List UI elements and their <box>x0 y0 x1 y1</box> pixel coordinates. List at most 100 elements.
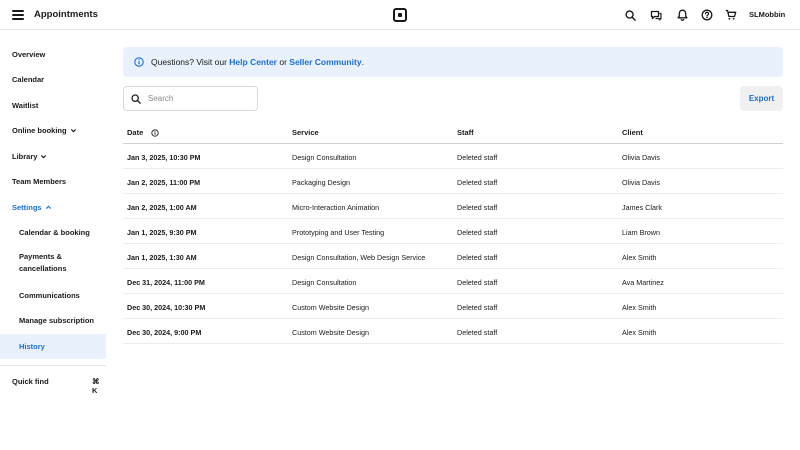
chevron-up-icon <box>45 205 51 209</box>
column-header-label: Date <box>127 128 144 137</box>
sidebar-divider <box>0 365 106 366</box>
staff-cell: Deleted staff <box>457 228 498 237</box>
sidebar-item-overview[interactable]: Overview <box>0 42 106 67</box>
date-cell: Jan 2, 2025, 11:00 PM <box>127 178 201 187</box>
info-icon[interactable] <box>151 129 159 137</box>
sidebar-item-online-booking[interactable]: Online booking <box>0 118 106 143</box>
info-icon <box>134 57 144 67</box>
column-header-date[interactable]: Date <box>127 128 159 137</box>
seller-community-link[interactable]: Seller Community <box>289 57 361 67</box>
column-header-service: Service <box>292 128 319 137</box>
table-row[interactable]: Jan 2, 2025, 11:00 PM Packaging Design D… <box>123 169 783 194</box>
service-cell: Custom Website Design <box>292 328 369 337</box>
sidebar-item-waitlist[interactable]: Waitlist <box>0 93 106 118</box>
staff-cell: Deleted staff <box>457 203 498 212</box>
history-table: Date Service Staff Client Jan 3, 2025, 1… <box>123 120 783 344</box>
client-cell: James Clark <box>622 203 662 212</box>
service-cell: Micro-Interaction Animation <box>292 203 380 212</box>
date-cell: Jan 3, 2025, 10:30 PM <box>127 153 201 162</box>
sidebar-item-label: Team Members <box>12 177 67 186</box>
sidebar-item-library[interactable]: Library <box>0 144 106 169</box>
column-header-staff: Staff <box>457 128 474 137</box>
account-username[interactable]: SLMobbin <box>749 10 785 19</box>
staff-cell: Deleted staff <box>457 178 498 187</box>
sidebar-item-label: Calendar & booking <box>19 228 90 237</box>
client-cell: Alex Smith <box>622 253 657 262</box>
top-bar: Appointments SLMobbin <box>0 0 800 30</box>
quick-find-shortcut: ⌘ K <box>92 377 100 395</box>
sidebar-item-label: Library <box>12 152 38 161</box>
staff-cell: Deleted staff <box>457 328 498 337</box>
table-row[interactable]: Dec 30, 2024, 10:30 PM Custom Website De… <box>123 294 783 319</box>
quick-find-link[interactable]: Quick find <box>12 377 49 386</box>
date-cell: Dec 30, 2024, 9:00 PM <box>127 328 202 337</box>
staff-cell: Deleted staff <box>457 253 498 262</box>
sidebar-item-label: History <box>19 342 45 351</box>
sidebar-item-label: Waitlist <box>12 101 39 110</box>
sidebar-item-label: Manage subscription <box>19 316 95 325</box>
sidebar-item-communications[interactable]: Communications <box>0 283 106 308</box>
staff-cell: Deleted staff <box>457 278 498 287</box>
service-cell: Custom Website Design <box>292 303 369 312</box>
menu-icon[interactable] <box>12 10 24 20</box>
service-cell: Packaging Design <box>292 178 350 187</box>
client-cell: Olivia Davis <box>622 153 660 162</box>
service-cell: Design Consultation, Web Design Service <box>292 253 426 262</box>
sidebar-item-label: Communications <box>19 291 80 300</box>
search-icon[interactable] <box>623 8 637 22</box>
table-row[interactable]: Jan 1, 2025, 9:30 PM Prototyping and Use… <box>123 219 783 244</box>
table-row[interactable]: Jan 1, 2025, 1:30 AM Design Consultation… <box>123 244 783 269</box>
table-header: Date Service Staff Client <box>123 120 783 144</box>
date-cell: Jan 2, 2025, 1:00 AM <box>127 203 197 212</box>
date-cell: Dec 31, 2024, 11:00 PM <box>127 278 205 287</box>
help-center-link[interactable]: Help Center <box>229 57 277 67</box>
sidebar-item-label: Overview <box>12 50 46 59</box>
help-icon[interactable] <box>700 8 714 22</box>
sidebar-item-payments-cancellations[interactable]: Payments & cancellations <box>0 246 106 280</box>
sidebar-item-manage-subscription[interactable]: Manage subscription <box>0 308 106 333</box>
table-row[interactable]: Dec 31, 2024, 11:00 PM Design Consultati… <box>123 269 783 294</box>
bell-icon[interactable] <box>675 8 689 22</box>
banner-text: . <box>361 57 364 67</box>
service-cell: Design Consultation <box>292 278 357 287</box>
banner-text: Questions? Visit our <box>151 57 230 67</box>
table-row[interactable]: Jan 2, 2025, 1:00 AM Micro-Interaction A… <box>123 194 783 219</box>
sidebar-item-label: Settings <box>12 203 42 212</box>
sidebar: Overview Calendar Waitlist Online bookin… <box>0 30 106 450</box>
sidebar-item-settings[interactable]: Settings <box>0 195 106 220</box>
client-cell: Olivia Davis <box>622 178 660 187</box>
sidebar-item-label: Payments & <box>19 252 62 261</box>
search-icon <box>131 93 141 104</box>
client-cell: Alex Smith <box>622 303 657 312</box>
client-cell: Liam Brown <box>622 228 660 237</box>
date-cell: Jan 1, 2025, 1:30 AM <box>127 253 197 262</box>
client-cell: Alex Smith <box>622 328 657 337</box>
sidebar-item-team-members[interactable]: Team Members <box>0 169 106 194</box>
client-cell: Ava Martinez <box>622 278 664 287</box>
staff-cell: Deleted staff <box>457 303 498 312</box>
table-row[interactable]: Jan 3, 2025, 10:30 PM Design Consultatio… <box>123 144 783 169</box>
export-button[interactable]: Export <box>740 86 783 111</box>
banner-text: or <box>277 57 290 67</box>
chevron-down-icon <box>70 129 76 133</box>
table-row[interactable]: Dec 30, 2024, 9:00 PM Custom Website Des… <box>123 319 783 344</box>
sidebar-item-calendar[interactable]: Calendar <box>0 67 106 92</box>
staff-cell: Deleted staff <box>457 153 498 162</box>
search-input[interactable] <box>148 94 248 103</box>
sidebar-item-calendar-booking[interactable]: Calendar & booking <box>0 220 106 245</box>
help-banner: Questions? Visit our Help Center or Sell… <box>123 47 783 77</box>
date-cell: Dec 30, 2024, 10:30 PM <box>127 303 206 312</box>
date-cell: Jan 1, 2025, 9:30 PM <box>127 228 197 237</box>
search-box[interactable] <box>123 86 258 111</box>
sidebar-item-label: cancellations <box>19 264 67 273</box>
service-cell: Prototyping and User Testing <box>292 228 385 237</box>
sidebar-item-history[interactable]: History <box>0 334 106 359</box>
service-cell: Design Consultation <box>292 153 357 162</box>
messages-icon[interactable] <box>649 8 663 22</box>
app-title: Appointments <box>34 9 98 20</box>
sidebar-item-label: Online booking <box>12 126 67 135</box>
cart-icon[interactable] <box>724 8 738 22</box>
chevron-down-icon <box>41 155 47 159</box>
square-logo-icon[interactable] <box>393 8 407 22</box>
column-header-client: Client <box>622 128 643 137</box>
